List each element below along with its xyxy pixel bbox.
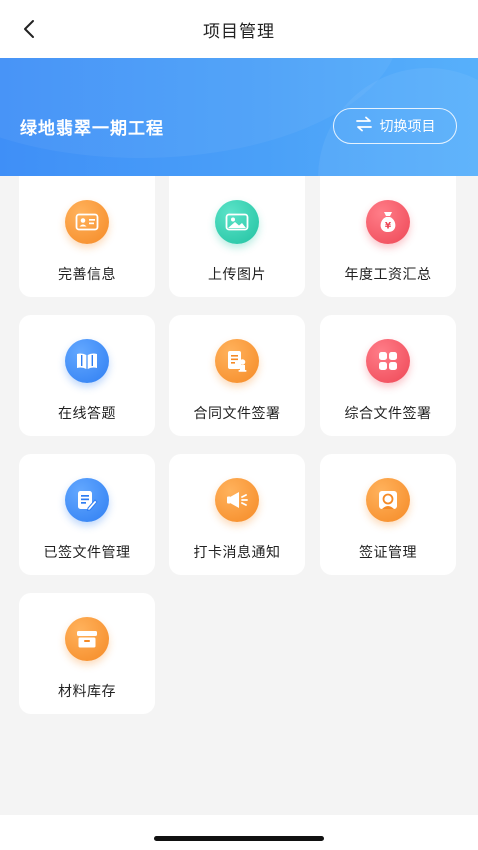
menu-item-label: 年度工资汇总 xyxy=(344,267,432,283)
project-name: 绿地翡翠一期工程 xyxy=(20,119,164,139)
menu-item-label: 完善信息 xyxy=(58,267,116,283)
menu-item-label: 合同文件签署 xyxy=(193,406,281,422)
edit-document-icon xyxy=(65,478,109,522)
back-icon[interactable] xyxy=(18,18,40,40)
menu-item-material-inventory[interactable]: 材料库存 xyxy=(19,593,155,714)
menu-item-general-document-signing[interactable]: 综合文件签署 xyxy=(320,315,456,436)
home-indicator[interactable] xyxy=(154,836,324,841)
menu-item-contract-signing[interactable]: 合同文件签署 xyxy=(169,315,305,436)
menu-item-label: 在线答题 xyxy=(58,406,116,422)
menu-item-clock-in-notification[interactable]: 打卡消息通知 xyxy=(169,454,305,575)
menu-item-online-quiz[interactable]: 在线答题 xyxy=(19,315,155,436)
menu-item-visa-management[interactable]: 签证管理 xyxy=(320,454,456,575)
contract-sign-icon xyxy=(215,339,259,383)
svg-text:¥: ¥ xyxy=(385,222,392,232)
money-bag-icon: ¥ xyxy=(366,200,410,244)
menu-item-label: 材料库存 xyxy=(58,684,116,700)
swap-icon xyxy=(355,116,373,136)
menu-item-label: 上传图片 xyxy=(208,267,266,283)
menu-item-annual-wage-summary[interactable]: ¥ 年度工资汇总 xyxy=(320,176,456,297)
home-indicator-area xyxy=(0,815,478,850)
page-title: 项目管理 xyxy=(203,21,275,42)
id-card-icon xyxy=(65,200,109,244)
menu-item-label: 综合文件签署 xyxy=(344,406,432,422)
image-icon xyxy=(215,200,259,244)
menu-item-label: 签证管理 xyxy=(359,545,417,561)
menu-item-signed-document-management[interactable]: 已签文件管理 xyxy=(19,454,155,575)
switch-project-label: 切换项目 xyxy=(379,119,436,135)
megaphone-icon xyxy=(215,478,259,522)
menu-item-upload-images[interactable]: 上传图片 xyxy=(169,176,305,297)
navigation-bar: 项目管理 xyxy=(0,0,478,58)
certificate-icon xyxy=(366,478,410,522)
switch-project-button[interactable]: 切换项目 xyxy=(333,108,457,144)
inventory-box-icon xyxy=(65,617,109,661)
book-icon xyxy=(65,339,109,383)
menu-item-complete-info[interactable]: 完善信息 xyxy=(19,176,155,297)
menu-item-label: 已签文件管理 xyxy=(43,545,131,561)
grid-apps-icon xyxy=(366,339,410,383)
project-banner: 绿地翡翠一期工程 切换项目 xyxy=(0,58,478,176)
menu-item-label: 打卡消息通知 xyxy=(193,545,281,561)
